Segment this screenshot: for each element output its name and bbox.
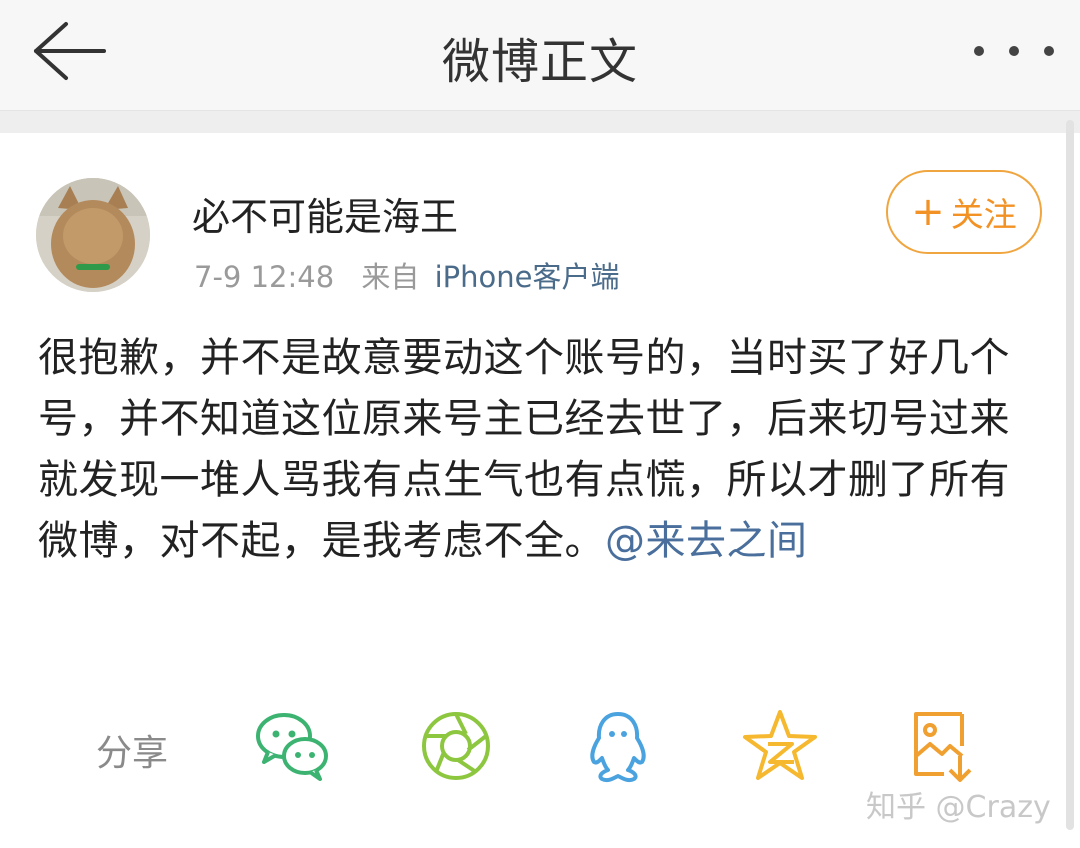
scrollbar[interactable] — [1066, 120, 1074, 830]
username[interactable]: 必不可能是海王 — [192, 186, 458, 241]
share-moments-button[interactable] — [416, 706, 496, 786]
follow-button[interactable]: + 关注 — [886, 170, 1042, 254]
more-dot — [1009, 46, 1019, 56]
post-meta: 7-9 12:48 来自 iPhone客户端 — [194, 254, 620, 296]
share-save-image-button[interactable] — [904, 706, 984, 786]
qq-icon — [590, 712, 646, 783]
post-text: 很抱歉，并不是故意要动这个账号的，当时买了好几个号，并不知道这位原来号主已经去世… — [38, 335, 1010, 564]
wechat-icon — [256, 713, 328, 781]
more-button[interactable] — [974, 26, 1054, 76]
follow-label: 关注 — [950, 195, 1017, 234]
post-time: 7-9 12:48 — [194, 260, 335, 294]
post-source[interactable]: iPhone客户端 — [435, 260, 620, 294]
save-image-icon — [914, 712, 972, 782]
qzone-icon — [743, 710, 817, 780]
share-wechat-button[interactable] — [252, 706, 332, 786]
source-prefix: 来自 — [361, 260, 420, 294]
mention-link[interactable]: @来去之间 — [605, 518, 808, 564]
post-content: 很抱歉，并不是故意要动这个账号的，当时买了好几个号，并不知道这位原来号主已经去世… — [38, 328, 1038, 572]
section-divider — [0, 111, 1080, 133]
more-dot — [1044, 46, 1054, 56]
watermark: 知乎 @Crazy — [866, 790, 1051, 825]
more-dots-icon — [974, 46, 984, 56]
page-title: 微博正文 — [441, 34, 638, 90]
moments-icon — [422, 712, 490, 780]
share-qq-button[interactable] — [578, 706, 658, 786]
avatar[interactable] — [36, 178, 150, 292]
share-label: 分享 — [96, 733, 169, 774]
share-qzone-button[interactable] — [740, 706, 820, 786]
top-bar: 微博正文 — [0, 0, 1080, 111]
avatar-cat-image — [36, 178, 150, 292]
plus-icon: + — [911, 189, 945, 235]
